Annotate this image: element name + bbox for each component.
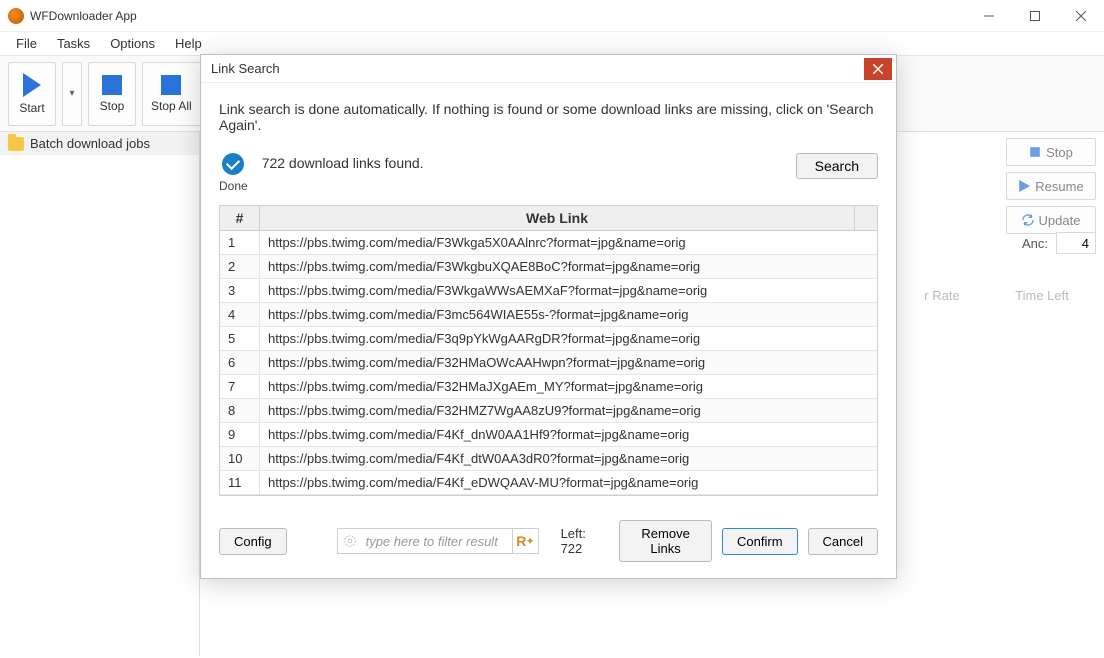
- menu-file[interactable]: File: [6, 33, 47, 54]
- start-dropdown[interactable]: [62, 62, 82, 126]
- row-link: https://pbs.twimg.com/media/F3Wkga5X0AAl…: [260, 231, 877, 254]
- dialog-titlebar: Link Search: [201, 55, 896, 83]
- maximize-button[interactable]: [1012, 0, 1058, 32]
- play-icon: [23, 73, 41, 97]
- row-link: https://pbs.twimg.com/media/F32HMaJXgAEm…: [260, 375, 877, 398]
- status-done-label: Done: [219, 179, 248, 193]
- table-row[interactable]: 11https://pbs.twimg.com/media/F4Kf_eDWQA…: [220, 471, 877, 495]
- row-link: https://pbs.twimg.com/media/F3mc564WIAE5…: [260, 303, 877, 326]
- titlebar: WFDownloader App: [0, 0, 1104, 32]
- menu-options[interactable]: Options: [100, 33, 165, 54]
- anc-input[interactable]: [1056, 232, 1096, 254]
- table-row[interactable]: 6https://pbs.twimg.com/media/F32HMaOWcAA…: [220, 351, 877, 375]
- row-number: 6: [220, 351, 260, 374]
- panel-update-label: Update: [1039, 213, 1081, 228]
- cancel-button[interactable]: Cancel: [808, 528, 878, 555]
- row-number: 9: [220, 423, 260, 446]
- row-number: 4: [220, 303, 260, 326]
- row-link: https://pbs.twimg.com/media/F3WkgaWWsAEM…: [260, 279, 877, 302]
- row-number: 11: [220, 471, 260, 494]
- row-link: https://pbs.twimg.com/media/F4Kf_dtW0AA3…: [260, 447, 877, 470]
- row-number: 7: [220, 375, 260, 398]
- bg-col-time: Time Left: [1002, 288, 1082, 303]
- found-text: 722 download links found.: [262, 153, 424, 171]
- dialog-description: Link search is done automatically. If no…: [219, 101, 878, 133]
- col-num-header[interactable]: #: [220, 206, 260, 230]
- menu-help[interactable]: Help: [165, 33, 212, 54]
- folder-icon: [8, 137, 24, 151]
- stop-button[interactable]: Stop: [88, 62, 136, 126]
- panel-resume-label: Resume: [1035, 179, 1083, 194]
- row-link: https://pbs.twimg.com/media/F3WkgbuXQAE8…: [260, 255, 877, 278]
- window-title: WFDownloader App: [30, 9, 137, 23]
- row-number: 2: [220, 255, 260, 278]
- row-number: 1: [220, 231, 260, 254]
- start-button[interactable]: Start: [8, 62, 56, 126]
- anc-label: Anc:: [1022, 236, 1048, 251]
- filter-box: R✦: [337, 528, 539, 554]
- row-number: 5: [220, 327, 260, 350]
- panel-stop-button[interactable]: Stop: [1006, 138, 1096, 166]
- table-row[interactable]: 2https://pbs.twimg.com/media/F3WkgbuXQAE…: [220, 255, 877, 279]
- stop-icon: [161, 75, 181, 95]
- panel-resume-button[interactable]: Resume: [1006, 172, 1096, 200]
- start-label: Start: [19, 101, 44, 115]
- table-row[interactable]: 1https://pbs.twimg.com/media/F3Wkga5X0AA…: [220, 231, 877, 255]
- panel-update-button[interactable]: Update: [1006, 206, 1096, 234]
- link-search-dialog: Link Search Link search is done automati…: [200, 54, 897, 579]
- table-body[interactable]: 1https://pbs.twimg.com/media/F3Wkga5X0AA…: [220, 231, 877, 495]
- table-row[interactable]: 4https://pbs.twimg.com/media/F3mc564WIAE…: [220, 303, 877, 327]
- bg-col-rate: r Rate: [902, 288, 982, 303]
- dialog-title: Link Search: [211, 61, 280, 76]
- sidebar: Batch download jobs: [0, 132, 200, 656]
- row-link: https://pbs.twimg.com/media/F4Kf_eDWQAAV…: [260, 471, 877, 494]
- close-button[interactable]: [1058, 0, 1104, 32]
- table-row[interactable]: 7https://pbs.twimg.com/media/F32HMaJXgAE…: [220, 375, 877, 399]
- config-button[interactable]: Config: [219, 528, 287, 555]
- sidebar-item-batch-jobs[interactable]: Batch download jobs: [0, 132, 199, 155]
- regex-toggle-icon[interactable]: R✦: [512, 529, 538, 553]
- minimize-button[interactable]: [966, 0, 1012, 32]
- links-table: # Web Link 1https://pbs.twimg.com/media/…: [219, 205, 878, 496]
- stop-icon: [102, 75, 122, 95]
- remove-links-button[interactable]: Remove Links: [619, 520, 712, 562]
- left-count-label: Left: 722: [561, 526, 600, 556]
- check-icon: [222, 153, 244, 175]
- dialog-close-button[interactable]: [864, 58, 892, 80]
- row-number: 8: [220, 399, 260, 422]
- app-icon: [8, 8, 24, 24]
- table-row[interactable]: 8https://pbs.twimg.com/media/F32HMZ7WgAA…: [220, 399, 877, 423]
- row-number: 3: [220, 279, 260, 302]
- stop-all-button[interactable]: Stop All: [142, 62, 201, 126]
- stop-all-label: Stop All: [151, 99, 192, 113]
- background-columns: r Rate Time Left: [902, 288, 1082, 303]
- row-link: https://pbs.twimg.com/media/F32HMaOWcAAH…: [260, 351, 877, 374]
- row-link: https://pbs.twimg.com/media/F32HMZ7WgAA8…: [260, 399, 877, 422]
- menubar: File Tasks Options Help: [0, 32, 1104, 56]
- row-number: 10: [220, 447, 260, 470]
- table-row[interactable]: 10https://pbs.twimg.com/media/F4Kf_dtW0A…: [220, 447, 877, 471]
- sidebar-item-label: Batch download jobs: [30, 136, 150, 151]
- menu-tasks[interactable]: Tasks: [47, 33, 100, 54]
- search-button[interactable]: Search: [796, 153, 878, 179]
- confirm-button[interactable]: Confirm: [722, 528, 798, 555]
- table-row[interactable]: 9https://pbs.twimg.com/media/F4Kf_dnW0AA…: [220, 423, 877, 447]
- row-link: https://pbs.twimg.com/media/F4Kf_dnW0AA1…: [260, 423, 877, 446]
- table-row[interactable]: 5https://pbs.twimg.com/media/F3q9pYkWgAA…: [220, 327, 877, 351]
- row-link: https://pbs.twimg.com/media/F3q9pYkWgAAR…: [260, 327, 877, 350]
- stop-label: Stop: [100, 99, 125, 113]
- col-link-header[interactable]: Web Link: [260, 206, 855, 230]
- filter-input[interactable]: [362, 529, 512, 553]
- table-row[interactable]: 3https://pbs.twimg.com/media/F3WkgaWWsAE…: [220, 279, 877, 303]
- panel-stop-label: Stop: [1046, 145, 1073, 160]
- regex-icon[interactable]: [338, 534, 362, 548]
